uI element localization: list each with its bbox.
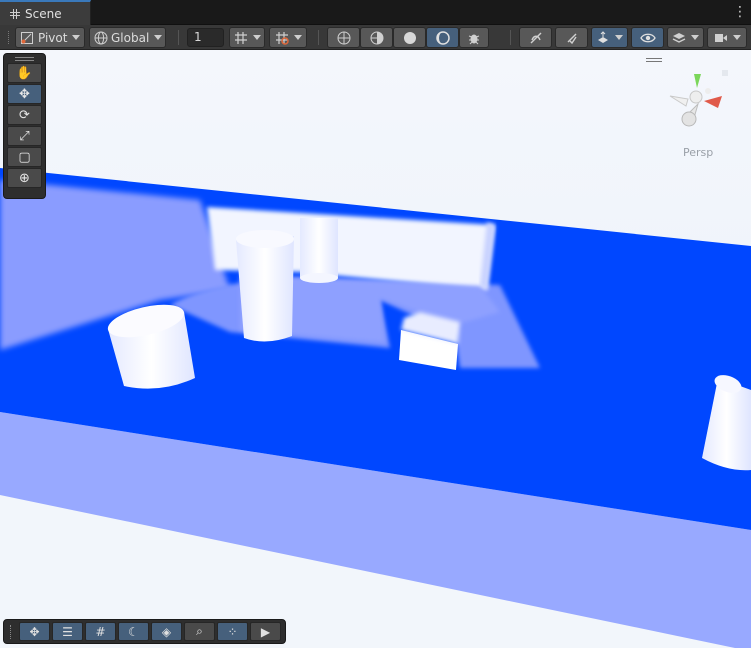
scene-render[interactable] — [0, 50, 751, 648]
chevron-down-icon — [732, 35, 741, 40]
gizmo-lock-icon[interactable] — [722, 70, 728, 76]
layers-overlay-icon: ◈ — [161, 624, 172, 639]
lighting-overlay-icon: ☾ — [128, 624, 139, 639]
shaded-icon — [403, 31, 416, 44]
lighting-overlay-button[interactable]: ☾ — [118, 622, 149, 641]
transform-tool[interactable]: ⊕ — [7, 168, 42, 188]
cylinder-tall — [236, 236, 294, 342]
visibility-eye-icon — [639, 33, 656, 42]
chevron-down-icon — [154, 35, 163, 40]
camera-overlay-icon: ▶ — [260, 624, 271, 639]
gizmo-neg-z-axis[interactable] — [681, 111, 697, 127]
grid-overlay-icon: # — [95, 624, 106, 639]
visibility-toggle[interactable] — [631, 27, 664, 48]
chevron-down-icon — [691, 35, 699, 40]
globe-icon — [94, 31, 108, 44]
move-overlay-icon: ✥ — [29, 624, 40, 639]
grid-overlay-button[interactable]: # — [85, 622, 116, 641]
effects-toggle[interactable] — [519, 27, 552, 48]
search-icon: ⌕ — [196, 624, 203, 638]
camera-dropdown[interactable] — [707, 27, 747, 48]
scale-tool[interactable]: ⤢ — [7, 126, 42, 146]
overlays-grip[interactable] — [10, 625, 13, 639]
increment-snap-dropdown[interactable] — [269, 27, 307, 48]
debug-bug-icon — [468, 34, 480, 44]
scene-fx-dropdown[interactable] — [591, 27, 628, 48]
scale-icon: ⤢ — [19, 128, 30, 144]
gizmo-y-axis[interactable] — [694, 74, 701, 88]
pivot-label: Pivot — [38, 30, 68, 45]
search-overlay-button[interactable]: ⌕ — [184, 622, 215, 641]
grid-icon — [10, 8, 20, 19]
toolbar-divider — [318, 30, 319, 45]
global-label: Global — [111, 30, 150, 45]
shaded-button[interactable] — [393, 27, 426, 48]
layers-dropdown[interactable] — [667, 27, 704, 48]
gizmo-neg-x-axis[interactable] — [669, 95, 689, 107]
layers-overlay-button[interactable]: ◈ — [151, 622, 182, 641]
cylinder-back-base — [300, 273, 338, 283]
chevron-down-icon — [252, 35, 261, 40]
rect-tool[interactable]: ▢ — [7, 147, 42, 167]
effects-toggle-icon — [530, 32, 541, 43]
lighting-toggle[interactable] — [426, 27, 459, 48]
cylinder-back — [300, 218, 338, 278]
sliders-icon: ☰ — [62, 624, 73, 639]
audio-toggle[interactable] — [555, 27, 588, 48]
overlays-toolbar: ✥ ☰ # ☾ ◈ ⌕ ⁘ ▶ — [3, 619, 286, 644]
chevron-down-icon — [293, 35, 302, 40]
move-icon: ✥ — [19, 86, 30, 102]
toolbar-grip[interactable] — [8, 31, 10, 44]
tools-overlay: ✋ ✥ ⟳ ⤢ ▢ ⊕ — [3, 53, 46, 199]
camera-overlay-button[interactable]: ▶ — [250, 622, 281, 641]
tab-scene-label: Scene — [25, 6, 62, 21]
chevron-down-icon — [615, 35, 623, 40]
rect-icon: ▢ — [18, 149, 31, 165]
move-tool[interactable]: ✥ — [7, 84, 42, 104]
grid-snap-dropdown[interactable] — [229, 27, 265, 48]
layers-icon — [672, 32, 686, 43]
gizmo-x-axis[interactable] — [704, 96, 722, 108]
wireframe-shading-button[interactable] — [327, 27, 360, 48]
orientation-gizmo[interactable] — [664, 66, 734, 132]
shaded-wireframe-icon — [370, 31, 383, 44]
grid-snap-icon — [234, 31, 247, 44]
debug-draw-button[interactable] — [459, 27, 489, 48]
rotate-tool[interactable]: ⟳ — [7, 105, 42, 125]
cylinder-tall-top — [236, 230, 294, 248]
scene-toolbar: Pivot Global 1 — [0, 25, 751, 50]
audio-toggle-icon — [567, 33, 577, 44]
gizmo-menu-handle[interactable] — [646, 58, 662, 62]
global-dropdown[interactable]: Global — [89, 27, 166, 48]
gizmo-center[interactable] — [689, 90, 703, 104]
tab-strip: Scene ⋮ — [0, 0, 751, 25]
increment-snap-icon — [275, 31, 289, 45]
shaded-wireframe-button[interactable] — [360, 27, 393, 48]
hand-tool[interactable]: ✋ — [7, 63, 42, 83]
toolbar-divider — [178, 30, 179, 45]
sliders-overlay-button[interactable]: ☰ — [52, 622, 83, 641]
transform-icon: ⊕ — [19, 170, 30, 186]
nodes-overlay-button[interactable]: ⁘ — [217, 622, 248, 641]
camera-icon — [714, 33, 727, 42]
scene-viewport[interactable] — [0, 50, 751, 648]
toolbar-divider — [510, 30, 511, 45]
wireframe-shading-icon — [337, 31, 350, 44]
lighting-icon — [435, 30, 450, 45]
move-overlay-button[interactable]: ✥ — [19, 622, 50, 641]
rotate-icon: ⟳ — [19, 107, 30, 123]
pivot-dropdown[interactable]: Pivot — [15, 27, 85, 48]
projection-label[interactable]: Persp — [683, 146, 713, 159]
pivot-icon — [21, 31, 33, 44]
tab-scene[interactable]: Scene — [0, 0, 91, 25]
palette-drag-handle[interactable] — [15, 57, 34, 61]
gizmo-neg-y-axis[interactable] — [705, 88, 711, 94]
scene-fx-icon — [598, 30, 608, 43]
kebab-menu-icon[interactable]: ⋮ — [733, 4, 747, 20]
grid-size-field[interactable]: 1 — [187, 28, 224, 47]
hand-icon: ✋ — [16, 65, 33, 81]
chevron-down-icon — [72, 35, 81, 40]
nodes-icon: ⁘ — [227, 624, 238, 639]
